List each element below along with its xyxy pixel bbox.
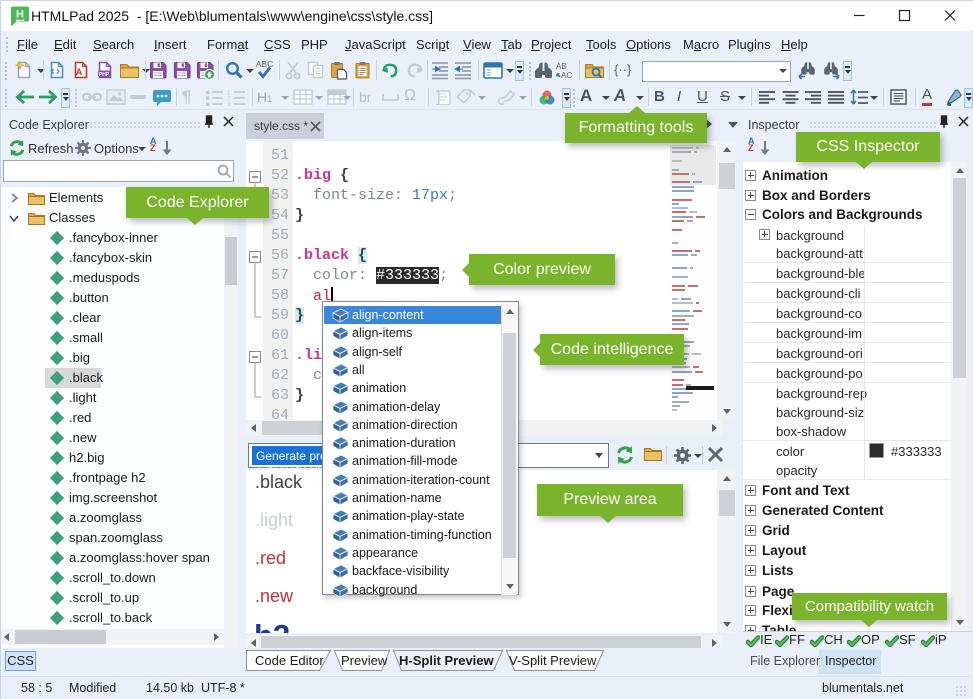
svg-text:Code Editor: Code Editor bbox=[255, 653, 324, 668]
svg-text:H: H bbox=[16, 9, 24, 21]
svg-text:3: 3 bbox=[227, 103, 231, 107]
svg-text:Preview: Preview bbox=[341, 653, 388, 668]
svg-text:AB: AB bbox=[556, 62, 567, 71]
svg-text:V-Split Preview: V-Split Preview bbox=[509, 653, 597, 668]
svg-text:AC: AC bbox=[561, 71, 572, 80]
svg-text:A: A bbox=[76, 67, 83, 77]
svg-text:ABC: ABC bbox=[256, 60, 273, 69]
svg-text:H-Split Preview: H-Split Preview bbox=[399, 653, 495, 668]
svg-text:PHP: PHP bbox=[99, 72, 110, 78]
